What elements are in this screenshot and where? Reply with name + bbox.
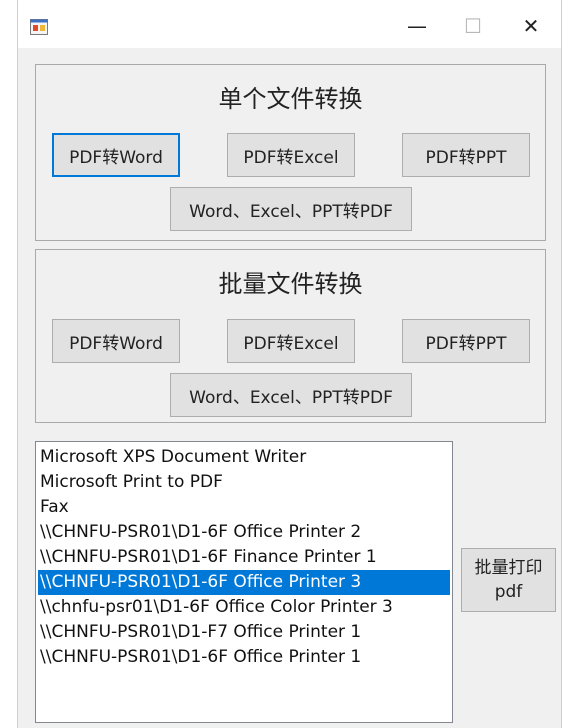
title-bar: — ☐ ✕ [18, 0, 561, 48]
printer-list-item[interactable]: \\CHNFU-PSR01\D1-F7 Office Printer 1 [36, 620, 452, 645]
close-button[interactable]: ✕ [504, 6, 558, 46]
printer-list-item[interactable]: Microsoft Print to PDF [36, 470, 452, 495]
printer-list-item[interactable]: \\CHNFU-PSR01\D1-6F Finance Printer 1 [36, 545, 452, 570]
single-pdf-to-word-button[interactable]: PDF转Word [52, 133, 180, 177]
single-office-to-pdf-button[interactable]: Word、Excel、PPT转PDF [170, 187, 412, 231]
app-icon [30, 19, 48, 35]
batch-pdf-to-ppt-button[interactable]: PDF转PPT [402, 319, 530, 363]
printer-list-item[interactable]: \\CHNFU-PSR01\D1-6F Office Printer 3 [38, 570, 450, 595]
printer-list[interactable]: Microsoft XPS Document Writer Microsoft … [35, 441, 453, 723]
printer-list-item[interactable]: Microsoft XPS Document Writer [36, 445, 452, 470]
batch-pdf-to-excel-button[interactable]: PDF转Excel [227, 319, 355, 363]
batch-file-group: 批量文件转换 PDF转Word PDF转Excel PDF转PPT Word、E… [35, 249, 546, 423]
single-file-title: 单个文件转换 [218, 85, 363, 113]
single-pdf-to-ppt-button[interactable]: PDF转PPT [402, 133, 530, 177]
batch-print-pdf-button[interactable]: 批量打印 pdf [461, 548, 556, 612]
printer-list-item[interactable]: \\CHNFU-PSR01\D1-6F Office Printer 1 [36, 645, 452, 670]
maximize-button[interactable]: ☐ [446, 6, 500, 46]
single-file-group: 单个文件转换 PDF转Word PDF转Excel PDF转PPT Word、E… [35, 64, 546, 241]
single-pdf-to-excel-button[interactable]: PDF转Excel [227, 133, 355, 177]
printer-list-item[interactable]: Fax [36, 495, 452, 520]
printer-list-item[interactable]: \\CHNFU-PSR01\D1-6F Office Printer 2 [36, 520, 452, 545]
batch-pdf-to-word-button[interactable]: PDF转Word [52, 319, 180, 363]
batch-office-to-pdf-button[interactable]: Word、Excel、PPT转PDF [170, 373, 412, 417]
printer-list-item[interactable]: \\chnfu-psr01\D1-6F Office Color Printer… [36, 595, 452, 620]
minimize-button[interactable]: — [390, 6, 444, 46]
batch-file-title: 批量文件转换 [218, 270, 363, 298]
main-window: — ☐ ✕ 单个文件转换 PDF转Word PDF转Excel PDF转PPT … [17, 0, 562, 728]
